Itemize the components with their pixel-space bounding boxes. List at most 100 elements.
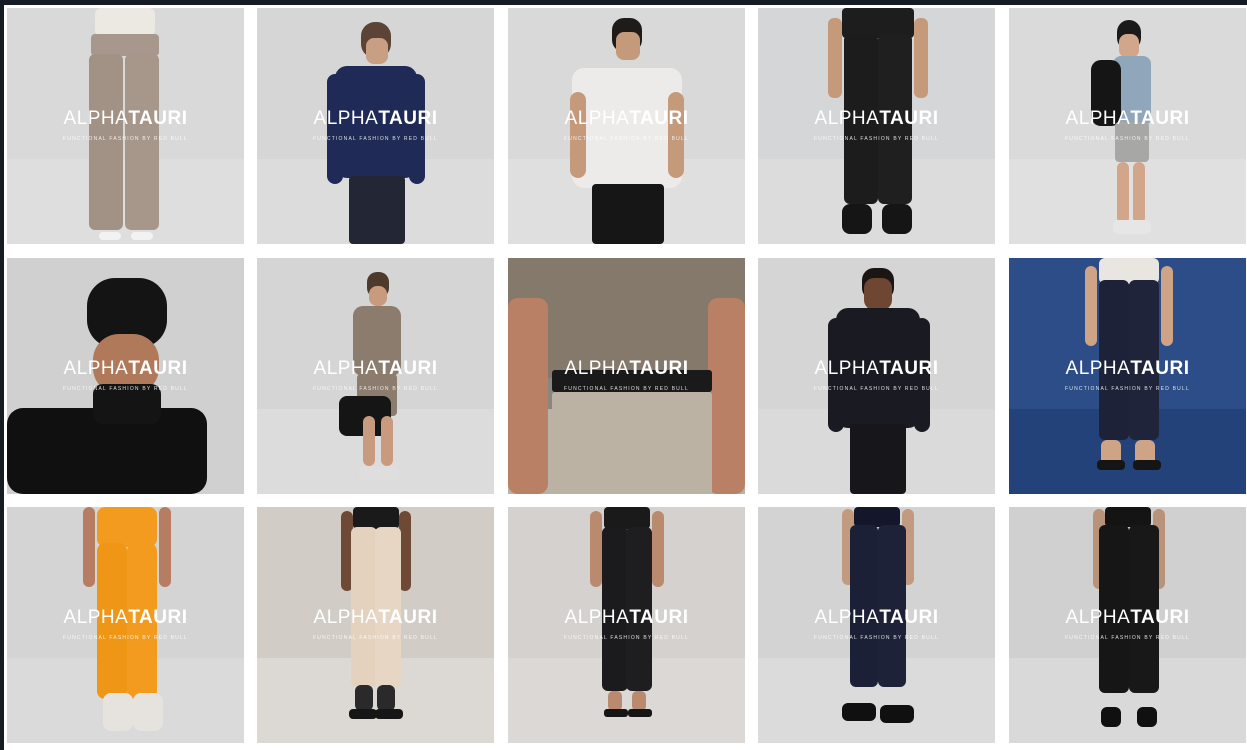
- model-figure-part: [1113, 220, 1151, 234]
- model-figure-part: [850, 424, 906, 494]
- brand-logo: ALPHATAURI: [758, 109, 995, 128]
- brand-logo-bold: TAURI: [378, 108, 438, 129]
- tile-men-taupe-tee-weekender-bag[interactable]: ALPHATAURI FUNCTIONAL FASHION BY RED BULL: [257, 258, 494, 494]
- model-figure-part: [1101, 707, 1121, 727]
- brand-logo: ALPHATAURI: [758, 359, 995, 378]
- model-figure-part: [131, 232, 153, 240]
- brand-tagline: FUNCTIONAL FASHION BY RED BULL: [63, 635, 188, 641]
- brand-logo-light: ALPHA: [313, 358, 379, 379]
- tile-women-black-pleated-trousers[interactable]: ALPHATAURI FUNCTIONAL FASHION BY RED BULL: [1009, 507, 1246, 743]
- model-figure-part: [355, 685, 373, 711]
- tile-women-navy-trousers-blue-backdrop[interactable]: ALPHATAURI FUNCTIONAL FASHION BY RED BULL: [1009, 258, 1246, 494]
- brand-logo-bold: TAURI: [629, 108, 689, 129]
- brand-logo-bold: TAURI: [879, 108, 939, 129]
- model-figure-part: [616, 32, 640, 60]
- brand-tagline: FUNCTIONAL FASHION BY RED BULL: [814, 635, 939, 641]
- tile-women-beige-trousers[interactable]: ALPHATAURI FUNCTIONAL FASHION BY RED BULL: [257, 507, 494, 743]
- tile-women-orange-trousers[interactable]: ALPHATAURI FUNCTIONAL FASHION BY RED BULL: [7, 507, 244, 743]
- brand-tagline: FUNCTIONAL FASHION BY RED BULL: [63, 386, 188, 392]
- tile-men-blue-shirt-backpack[interactable]: ALPHATAURI FUNCTIONAL FASHION BY RED BULL: [1009, 8, 1246, 244]
- tile-women-navy-pleated-trousers[interactable]: ALPHATAURI FUNCTIONAL FASHION BY RED BULL: [758, 507, 995, 743]
- model-figure-part: [353, 507, 399, 529]
- tile-closeup-belt-beige-trousers[interactable]: ALPHATAURI FUNCTIONAL FASHION BY RED BULL: [508, 258, 745, 494]
- tile-men-white-tshirt[interactable]: ALPHATAURI FUNCTIONAL FASHION BY RED BULL: [508, 8, 745, 244]
- brand-logo: ALPHATAURI: [758, 608, 995, 627]
- model-figure-part: [1133, 460, 1161, 470]
- model-figure-part: [1161, 266, 1173, 346]
- brand-tagline: FUNCTIONAL FASHION BY RED BULL: [1065, 136, 1190, 142]
- model-figure-part: [628, 709, 652, 717]
- brand-logo-bold: TAURI: [879, 358, 939, 379]
- model-figure-part: [864, 278, 892, 310]
- model-figure-part: [103, 693, 133, 731]
- tile-men-black-zip-jacket[interactable]: ALPHATAURI FUNCTIONAL FASHION BY RED BULL: [758, 258, 995, 494]
- model-figure-part: [604, 709, 628, 717]
- model-figure-part: [914, 18, 928, 98]
- model-figure-part: [377, 685, 395, 711]
- brand-logo-light: ALPHA: [63, 358, 129, 379]
- tile-men-navy-bomber-jacket[interactable]: ALPHATAURI FUNCTIONAL FASHION BY RED BULL: [257, 8, 494, 244]
- model-figure-part: [349, 709, 377, 719]
- model-figure-part: [828, 18, 842, 98]
- model-figure-part: [327, 74, 343, 184]
- model-figure-part: [570, 92, 586, 178]
- brand-tagline: FUNCTIONAL FASHION BY RED BULL: [814, 136, 939, 142]
- brand-logo-bold: TAURI: [128, 108, 188, 129]
- model-figure-part: [592, 184, 664, 244]
- brand-logo: ALPHATAURI: [7, 109, 244, 128]
- model-figure-part: [1105, 507, 1151, 527]
- brand-logo-bold: TAURI: [879, 607, 939, 628]
- brand-tagline: FUNCTIONAL FASHION BY RED BULL: [564, 635, 689, 641]
- brand-logo-light: ALPHA: [1065, 358, 1131, 379]
- tile-women-black-beanie-knit[interactable]: ALPHATAURI FUNCTIONAL FASHION BY RED BULL: [7, 258, 244, 494]
- brand-logo: ALPHATAURI: [7, 359, 244, 378]
- model-figure-part: [854, 507, 900, 527]
- model-figure-part: [1117, 162, 1129, 224]
- brand-logo: ALPHATAURI: [508, 359, 745, 378]
- model-figure-part: [590, 511, 602, 587]
- model-figure-part: [652, 511, 664, 587]
- brand-logo-bold: TAURI: [1130, 108, 1190, 129]
- model-figure-part: [1085, 266, 1097, 346]
- brand-logo: ALPHATAURI: [1009, 608, 1246, 627]
- brand-tagline: FUNCTIONAL FASHION BY RED BULL: [1065, 635, 1190, 641]
- model-figure-part: [842, 703, 876, 721]
- model-figure-part: [381, 416, 393, 466]
- brand-logo-light: ALPHA: [564, 607, 630, 628]
- brand-logo-light: ALPHA: [1065, 108, 1131, 129]
- brand-logo-bold: TAURI: [629, 358, 689, 379]
- tile-women-taupe-wide-trousers[interactable]: ALPHATAURI FUNCTIONAL FASHION BY RED BULL: [7, 8, 244, 244]
- tile-men-black-cropped-trousers[interactable]: ALPHATAURI FUNCTIONAL FASHION BY RED BULL: [758, 8, 995, 244]
- brand-logo-light: ALPHA: [1065, 607, 1131, 628]
- model-figure-part: [349, 176, 405, 244]
- model-figure-part: [99, 232, 121, 240]
- brand-logo-bold: TAURI: [1130, 358, 1190, 379]
- model-figure-part: [359, 466, 399, 480]
- brand-logo-light: ALPHA: [814, 108, 880, 129]
- model-figure-part: [1119, 34, 1139, 58]
- model-figure-part: [133, 693, 163, 731]
- brand-logo-bold: TAURI: [629, 607, 689, 628]
- brand-logo-bold: TAURI: [1130, 607, 1190, 628]
- model-figure-part: [1137, 707, 1157, 727]
- model-figure-part: [882, 204, 912, 234]
- brand-tagline: FUNCTIONAL FASHION BY RED BULL: [63, 136, 188, 142]
- model-figure-part: [409, 74, 425, 184]
- brand-tagline: FUNCTIONAL FASHION BY RED BULL: [313, 136, 438, 142]
- brand-logo: ALPHATAURI: [1009, 359, 1246, 378]
- model-figure-part: [508, 298, 548, 494]
- model-figure-part: [375, 709, 403, 719]
- tile-women-black-trousers-sandals[interactable]: ALPHATAURI FUNCTIONAL FASHION BY RED BULL: [508, 507, 745, 743]
- product-grid: ALPHATAURI FUNCTIONAL FASHION BY RED BULL…: [4, 5, 1247, 750]
- brand-logo: ALPHATAURI: [1009, 109, 1246, 128]
- model-figure-part: [668, 92, 684, 178]
- brand-tagline: FUNCTIONAL FASHION BY RED BULL: [1065, 386, 1190, 392]
- brand-logo-bold: TAURI: [378, 358, 438, 379]
- brand-logo-light: ALPHA: [564, 108, 630, 129]
- model-figure-part: [366, 38, 388, 64]
- model-figure-part: [604, 507, 650, 529]
- model-figure-part: [125, 54, 159, 230]
- model-figure-part: [91, 34, 159, 56]
- model-figure-part: [89, 54, 123, 230]
- brand-tagline: FUNCTIONAL FASHION BY RED BULL: [814, 386, 939, 392]
